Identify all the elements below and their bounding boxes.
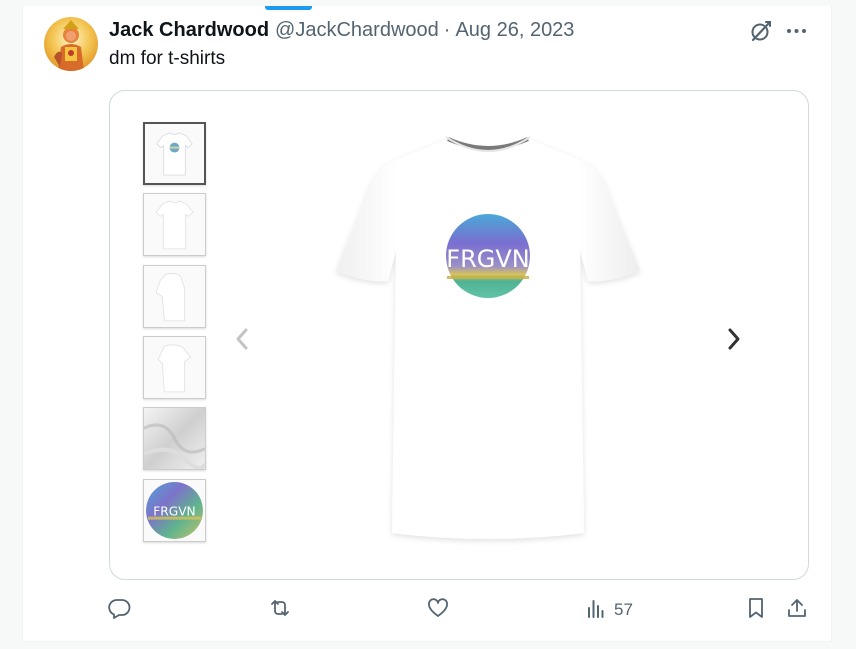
thumbnail-fabric-closeup[interactable] bbox=[143, 407, 206, 470]
prev-image-chevron-icon[interactable] bbox=[230, 324, 254, 354]
bookmark-button[interactable] bbox=[744, 595, 768, 625]
share-icon bbox=[785, 596, 809, 625]
tweet-date[interactable]: Aug 26, 2023 bbox=[455, 19, 574, 42]
like-icon bbox=[426, 596, 450, 625]
user-handle[interactable]: @JackChardwood bbox=[275, 19, 439, 42]
header-separator: · bbox=[443, 18, 451, 41]
grok-icon[interactable] bbox=[748, 18, 774, 44]
thumbnail-logo-print[interactable]: FRGVN bbox=[143, 479, 206, 542]
share-button[interactable] bbox=[785, 595, 809, 625]
thumbnail-logo-text: FRGVN bbox=[153, 505, 195, 519]
retweet-icon bbox=[268, 596, 292, 625]
bookmark-icon bbox=[744, 596, 768, 625]
next-image-chevron-icon[interactable] bbox=[722, 324, 746, 354]
more-icon[interactable] bbox=[784, 18, 810, 44]
product-image: FRGVN bbox=[310, 121, 670, 551]
media-card[interactable]: FRGVN FRGVN bbox=[109, 90, 809, 580]
shirt-logo-text: FRGVN bbox=[446, 245, 529, 273]
tweet-header: Jack Chardwood @JackChardwood · Aug 26, … bbox=[109, 18, 574, 42]
active-tab-indicator bbox=[265, 6, 312, 10]
views-icon bbox=[584, 596, 608, 625]
display-name[interactable]: Jack Chardwood bbox=[109, 19, 269, 42]
thumbnail-front-logo[interactable] bbox=[143, 122, 206, 185]
thumbnail-front-plain[interactable] bbox=[143, 193, 206, 256]
views-button[interactable]: 57 bbox=[584, 595, 633, 625]
avatar-image bbox=[44, 17, 98, 71]
avatar[interactable] bbox=[44, 17, 98, 71]
views-count: 57 bbox=[614, 600, 633, 619]
like-button[interactable] bbox=[426, 595, 456, 625]
tweet-actions: 57 bbox=[108, 595, 812, 625]
reply-icon bbox=[108, 596, 132, 625]
retweet-button[interactable] bbox=[268, 595, 298, 625]
tweet-text: dm for t-shirts bbox=[109, 48, 226, 69]
thumbnail-back[interactable] bbox=[143, 336, 206, 399]
reply-button[interactable] bbox=[108, 595, 138, 625]
thumbnail-side[interactable] bbox=[143, 265, 206, 328]
